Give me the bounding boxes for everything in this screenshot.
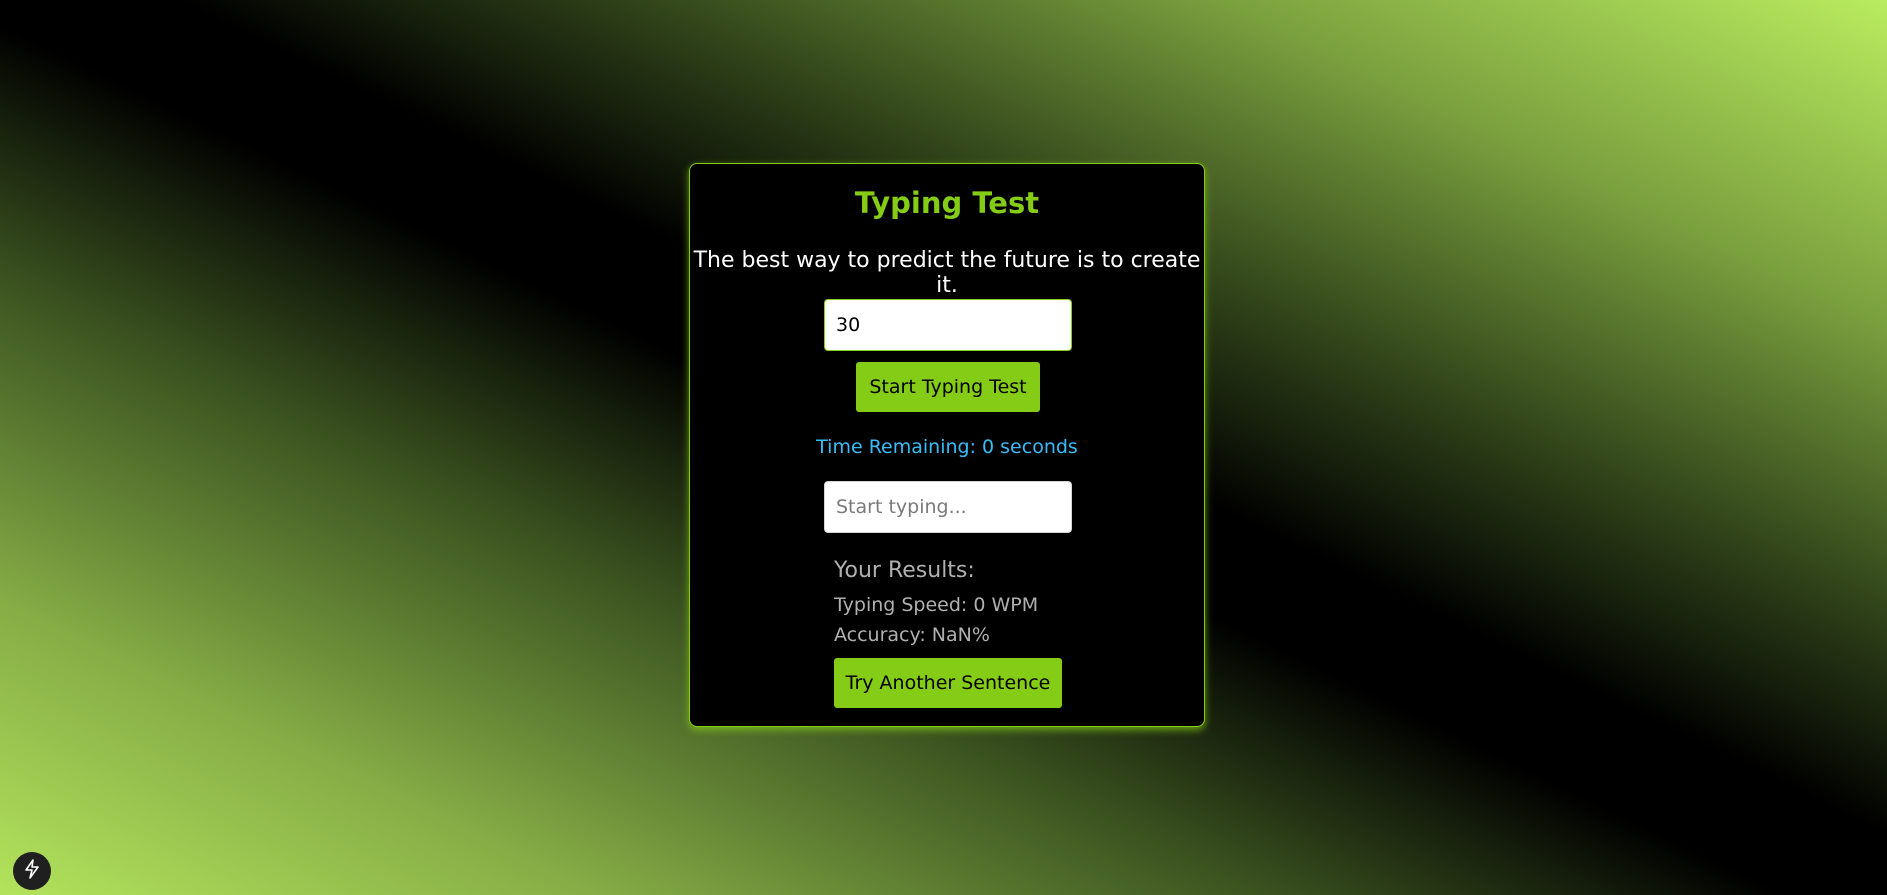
typing-input[interactable] — [824, 481, 1072, 533]
corner-badge-button[interactable] — [13, 852, 51, 890]
target-sentence: The best way to predict the future is to… — [693, 248, 1201, 298]
accuracy-text: Accuracy: NaN% — [834, 624, 990, 646]
try-another-sentence-button[interactable]: Try Another Sentence — [834, 658, 1062, 708]
typing-test-card: Typing Test The best way to predict the … — [689, 163, 1205, 727]
time-duration-input[interactable] — [824, 299, 1072, 351]
start-typing-test-button[interactable]: Start Typing Test — [856, 362, 1040, 412]
results-heading: Your Results: — [834, 558, 975, 583]
typing-speed-text: Typing Speed: 0 WPM — [834, 594, 1039, 616]
lightning-bolt-icon — [23, 859, 41, 883]
page-title: Typing Test — [854, 186, 1040, 220]
time-remaining-text: Time Remaining: 0 seconds — [816, 436, 1078, 458]
